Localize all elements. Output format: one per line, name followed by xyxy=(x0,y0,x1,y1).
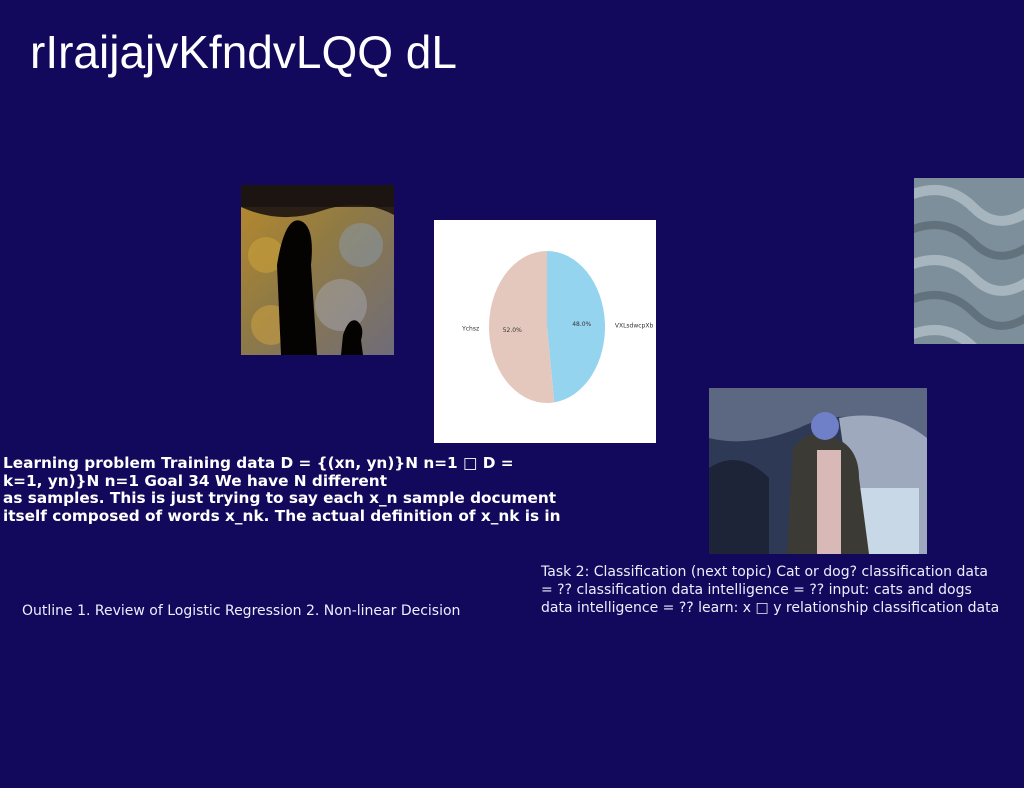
pie-category-label: VXLsdwcpXb xyxy=(615,323,654,330)
outline-text: Outline 1. Review of Logistic Regression… xyxy=(22,603,461,619)
bold-line: itself composed of words x_nk. The actua… xyxy=(3,506,561,525)
man-in-coat-photo xyxy=(709,388,927,554)
bold-line: as samples. This is just trying to say e… xyxy=(3,489,557,507)
pie-category-label: Ychsz xyxy=(461,325,479,332)
sand-ripples-photo xyxy=(914,178,1024,344)
learning-problem-text: Learning problem Training data D = {(xn,… xyxy=(3,454,593,525)
cave-silhouette-photo xyxy=(241,185,394,355)
pie-value-label: 48.0% xyxy=(572,321,591,328)
bold-line: Learning problem Training data D = {(xn,… xyxy=(3,454,514,472)
task-line: data intelligence = ?? learn: x □ y rela… xyxy=(541,600,1000,616)
slide-title: rIraijajvKfndvLQQ dL xyxy=(30,26,457,78)
pie-value-label: 52.0% xyxy=(503,327,522,334)
pie-chart-svg: 48.0% VXLsdwcpXb 52.0% Ychsz xyxy=(461,251,654,403)
pie-chart: 48.0% VXLsdwcpXb 52.0% Ychsz xyxy=(434,220,656,443)
bold-line: k=1, yn)}N n=1 Goal 34 We have N differe… xyxy=(3,471,388,490)
task-text: Task 2: Classification (next topic) Cat … xyxy=(541,563,1011,617)
task-line: = ?? classification data intelligence = … xyxy=(541,582,972,598)
task-line: Task 2: Classification (next topic) Cat … xyxy=(541,564,989,580)
